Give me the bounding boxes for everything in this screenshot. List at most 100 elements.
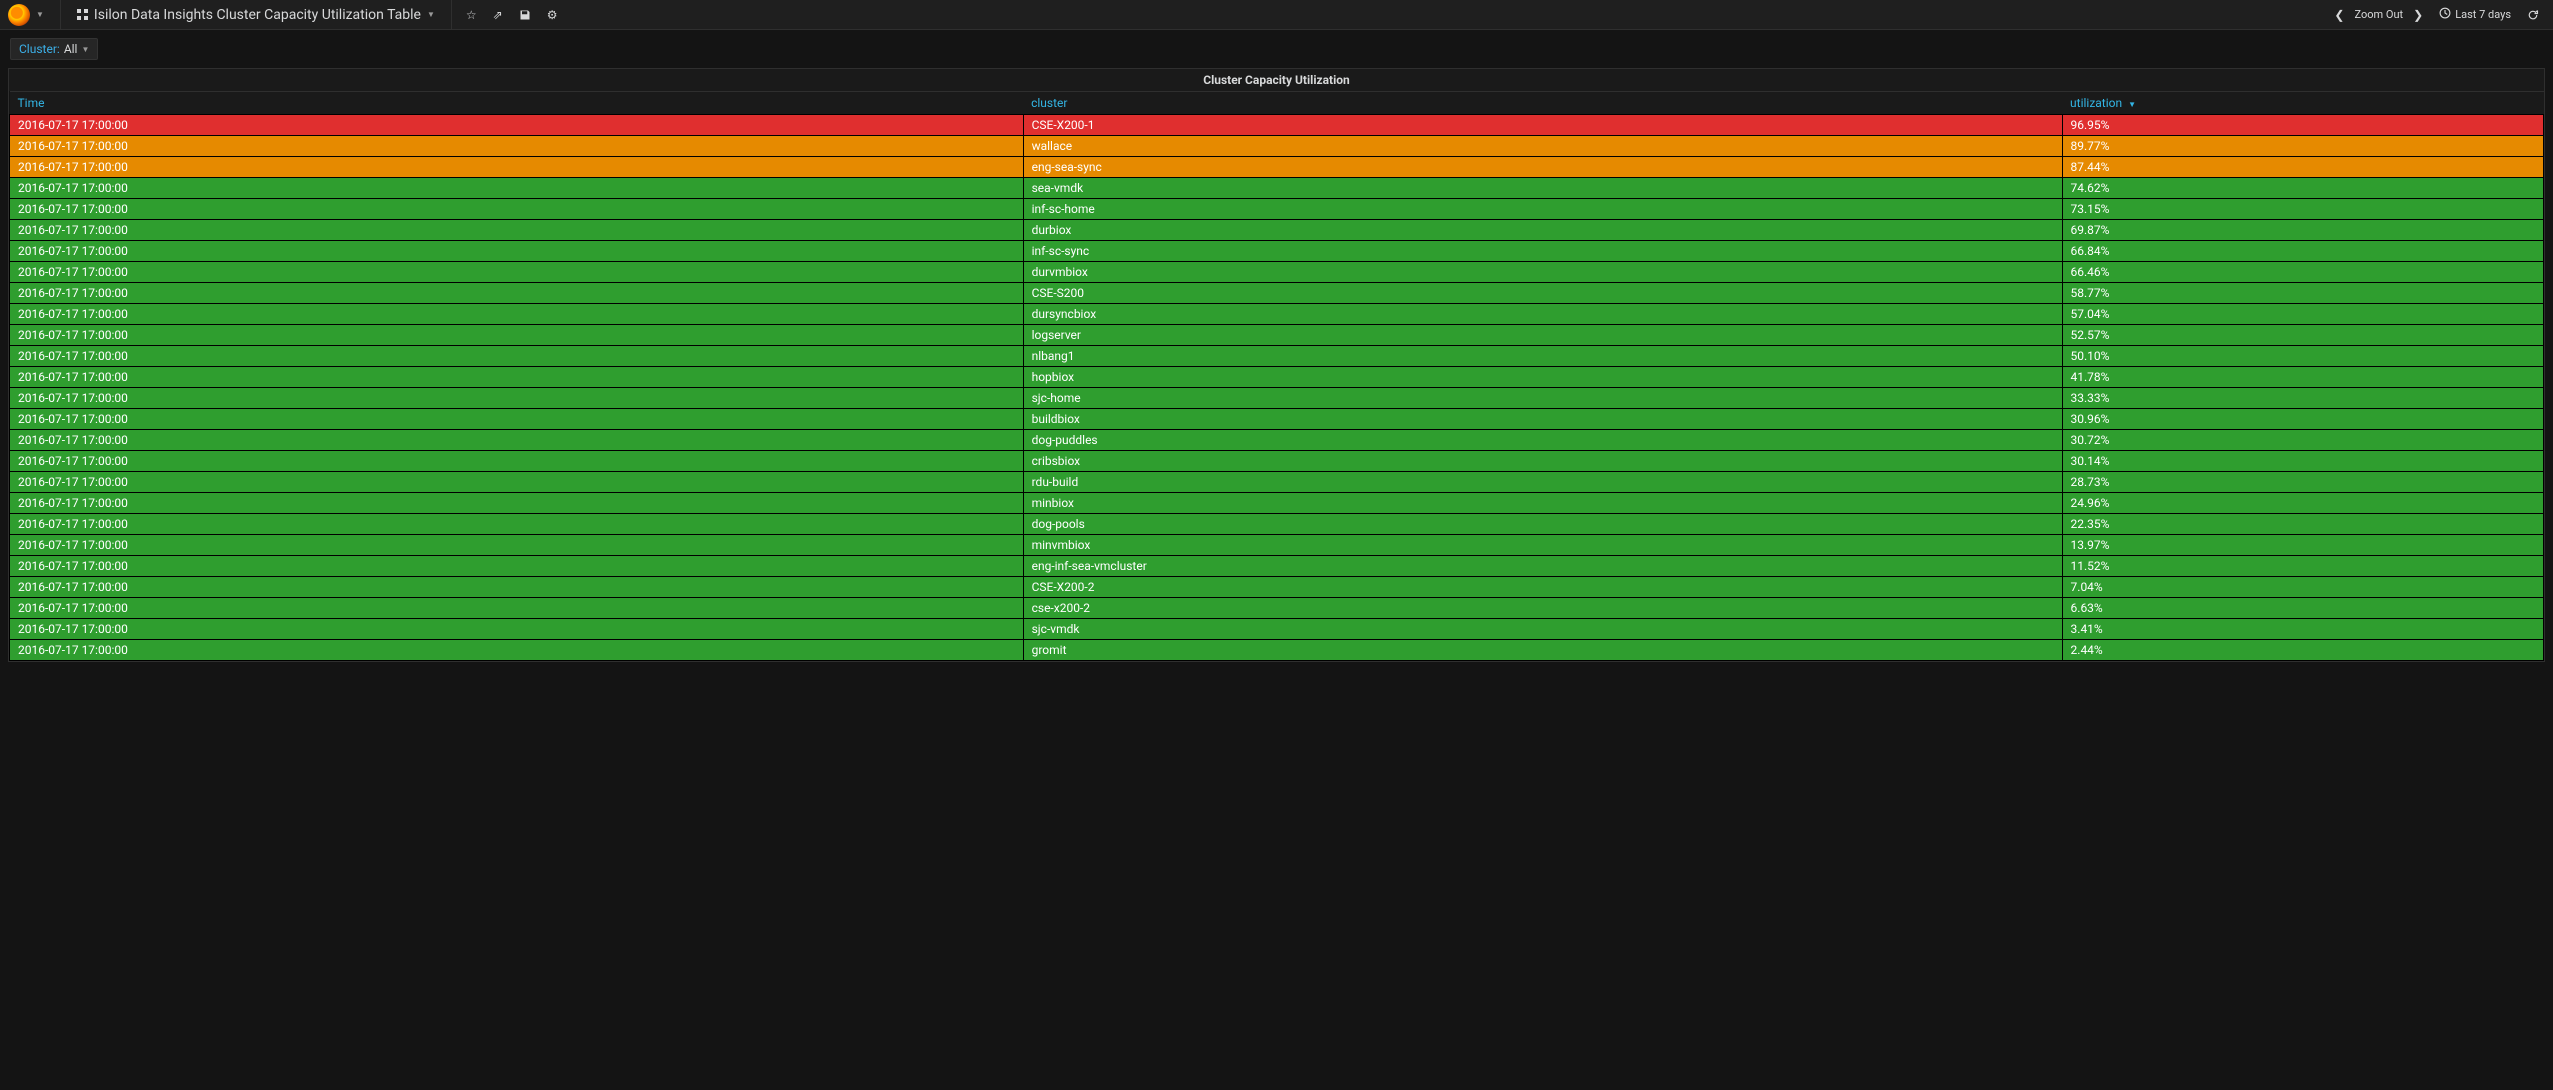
cell-utilization: 66.84% xyxy=(2062,241,2543,262)
cell-utilization: 24.96% xyxy=(2062,493,2543,514)
chevron-down-icon: ▼ xyxy=(427,10,435,19)
zoom-out-button[interactable]: Zoom Out xyxy=(2354,8,2403,21)
cell-utilization: 33.33% xyxy=(2062,388,2543,409)
cell-time: 2016-07-17 17:00:00 xyxy=(10,556,1024,577)
col-header-time[interactable]: Time xyxy=(10,92,1024,115)
col-header-utilization[interactable]: utilization ▼ xyxy=(2062,92,2543,115)
cell-time: 2016-07-17 17:00:00 xyxy=(10,493,1024,514)
cell-time: 2016-07-17 17:00:00 xyxy=(10,388,1024,409)
cell-utilization: 30.96% xyxy=(2062,409,2543,430)
cell-cluster: buildbiox xyxy=(1023,409,2062,430)
cell-cluster: sea-vmdk xyxy=(1023,178,2062,199)
cell-cluster: inf-sc-sync xyxy=(1023,241,2062,262)
table-row: 2016-07-17 17:00:00CSE-X200-27.04% xyxy=(10,577,2544,598)
cell-cluster: hopbiox xyxy=(1023,367,2062,388)
table-row: 2016-07-17 17:00:00eng-sea-sync87.44% xyxy=(10,157,2544,178)
cluster-variable-picker[interactable]: Cluster: All ▼ xyxy=(10,38,98,60)
template-vars-bar: Cluster: All ▼ xyxy=(0,30,2553,68)
table-row: 2016-07-17 17:00:00rdu-build28.73% xyxy=(10,472,2544,493)
cell-time: 2016-07-17 17:00:00 xyxy=(10,325,1024,346)
table-body: 2016-07-17 17:00:00CSE-X200-196.95%2016-… xyxy=(10,115,2544,661)
table-row: 2016-07-17 17:00:00eng-inf-sea-vmcluster… xyxy=(10,556,2544,577)
cell-time: 2016-07-17 17:00:00 xyxy=(10,409,1024,430)
table-row: 2016-07-17 17:00:00logserver52.57% xyxy=(10,325,2544,346)
cell-cluster: eng-inf-sea-vmcluster xyxy=(1023,556,2062,577)
cell-time: 2016-07-17 17:00:00 xyxy=(10,178,1024,199)
cell-time: 2016-07-17 17:00:00 xyxy=(10,619,1024,640)
cell-cluster: dog-puddles xyxy=(1023,430,2062,451)
col-header-utilization-label: utilization xyxy=(2070,96,2122,110)
cell-utilization: 74.62% xyxy=(2062,178,2543,199)
cell-utilization: 52.57% xyxy=(2062,325,2543,346)
cell-time: 2016-07-17 17:00:00 xyxy=(10,451,1024,472)
dashboard-picker[interactable]: Isilon Data Insights Cluster Capacity Ut… xyxy=(69,7,443,23)
cell-utilization: 2.44% xyxy=(2062,640,2543,661)
cell-utilization: 50.10% xyxy=(2062,346,2543,367)
cell-cluster: durvmbiox xyxy=(1023,262,2062,283)
capacity-table: Time cluster utilization ▼ 2016-07-17 17… xyxy=(9,91,2544,661)
panel-title[interactable]: Cluster Capacity Utilization xyxy=(9,69,2544,91)
cell-time: 2016-07-17 17:00:00 xyxy=(10,199,1024,220)
cell-utilization: 66.46% xyxy=(2062,262,2543,283)
nav-next-icon[interactable]: ❯ xyxy=(2407,8,2429,22)
cell-cluster: CSE-X200-2 xyxy=(1023,577,2062,598)
table-row: 2016-07-17 17:00:00inf-sc-sync66.84% xyxy=(10,241,2544,262)
cell-utilization: 96.95% xyxy=(2062,115,2543,136)
cell-time: 2016-07-17 17:00:00 xyxy=(10,115,1024,136)
cell-cluster: inf-sc-home xyxy=(1023,199,2062,220)
table-row: 2016-07-17 17:00:00gromit2.44% xyxy=(10,640,2544,661)
nav-prev-icon[interactable]: ❮ xyxy=(2328,8,2350,22)
refresh-icon[interactable] xyxy=(2521,9,2545,21)
table-row: 2016-07-17 17:00:00durbiox69.87% xyxy=(10,220,2544,241)
cell-time: 2016-07-17 17:00:00 xyxy=(10,283,1024,304)
chevron-down-icon: ▼ xyxy=(81,45,89,54)
table-row: 2016-07-17 17:00:00inf-sc-home73.15% xyxy=(10,199,2544,220)
dashboard-title: Isilon Data Insights Cluster Capacity Ut… xyxy=(94,7,421,23)
cell-cluster: sjc-home xyxy=(1023,388,2062,409)
cell-utilization: 28.73% xyxy=(2062,472,2543,493)
cell-time: 2016-07-17 17:00:00 xyxy=(10,430,1024,451)
cell-time: 2016-07-17 17:00:00 xyxy=(10,136,1024,157)
share-icon[interactable]: ⇗ xyxy=(487,8,509,22)
star-icon[interactable]: ☆ xyxy=(460,8,483,22)
cell-utilization: 58.77% xyxy=(2062,283,2543,304)
cell-cluster: CSE-S200 xyxy=(1023,283,2062,304)
cell-time: 2016-07-17 17:00:00 xyxy=(10,157,1024,178)
cell-time: 2016-07-17 17:00:00 xyxy=(10,640,1024,661)
cell-cluster: dursyncbiox xyxy=(1023,304,2062,325)
cell-utilization: 73.15% xyxy=(2062,199,2543,220)
cell-time: 2016-07-17 17:00:00 xyxy=(10,346,1024,367)
cell-cluster: durbiox xyxy=(1023,220,2062,241)
gear-icon[interactable]: ⚙ xyxy=(541,8,564,22)
col-header-cluster[interactable]: cluster xyxy=(1023,92,2062,115)
cell-utilization: 69.87% xyxy=(2062,220,2543,241)
grafana-logo-icon[interactable] xyxy=(8,4,30,26)
cell-time: 2016-07-17 17:00:00 xyxy=(10,262,1024,283)
cell-time: 2016-07-17 17:00:00 xyxy=(10,598,1024,619)
table-row: 2016-07-17 17:00:00sjc-vmdk3.41% xyxy=(10,619,2544,640)
filter-label: Cluster: xyxy=(19,42,60,56)
filter-value: All xyxy=(64,42,78,56)
cell-time: 2016-07-17 17:00:00 xyxy=(10,241,1024,262)
save-icon[interactable] xyxy=(513,9,537,21)
cell-utilization: 57.04% xyxy=(2062,304,2543,325)
cell-utilization: 7.04% xyxy=(2062,577,2543,598)
cell-cluster: logserver xyxy=(1023,325,2062,346)
divider xyxy=(60,0,61,30)
main-menu-caret-icon[interactable]: ▼ xyxy=(36,10,44,19)
cell-time: 2016-07-17 17:00:00 xyxy=(10,367,1024,388)
cell-utilization: 6.63% xyxy=(2062,598,2543,619)
cell-cluster: gromit xyxy=(1023,640,2062,661)
cell-cluster: rdu-build xyxy=(1023,472,2062,493)
cell-time: 2016-07-17 17:00:00 xyxy=(10,304,1024,325)
cell-utilization: 30.14% xyxy=(2062,451,2543,472)
cell-cluster: eng-sea-sync xyxy=(1023,157,2062,178)
table-row: 2016-07-17 17:00:00hopbiox41.78% xyxy=(10,367,2544,388)
table-row: 2016-07-17 17:00:00CSE-S20058.77% xyxy=(10,283,2544,304)
table-row: 2016-07-17 17:00:00dursyncbiox57.04% xyxy=(10,304,2544,325)
cell-cluster: dog-pools xyxy=(1023,514,2062,535)
time-range-picker[interactable]: Last 7 days xyxy=(2433,7,2517,22)
cell-utilization: 30.72% xyxy=(2062,430,2543,451)
cell-cluster: minvmbiox xyxy=(1023,535,2062,556)
cell-time: 2016-07-17 17:00:00 xyxy=(10,472,1024,493)
